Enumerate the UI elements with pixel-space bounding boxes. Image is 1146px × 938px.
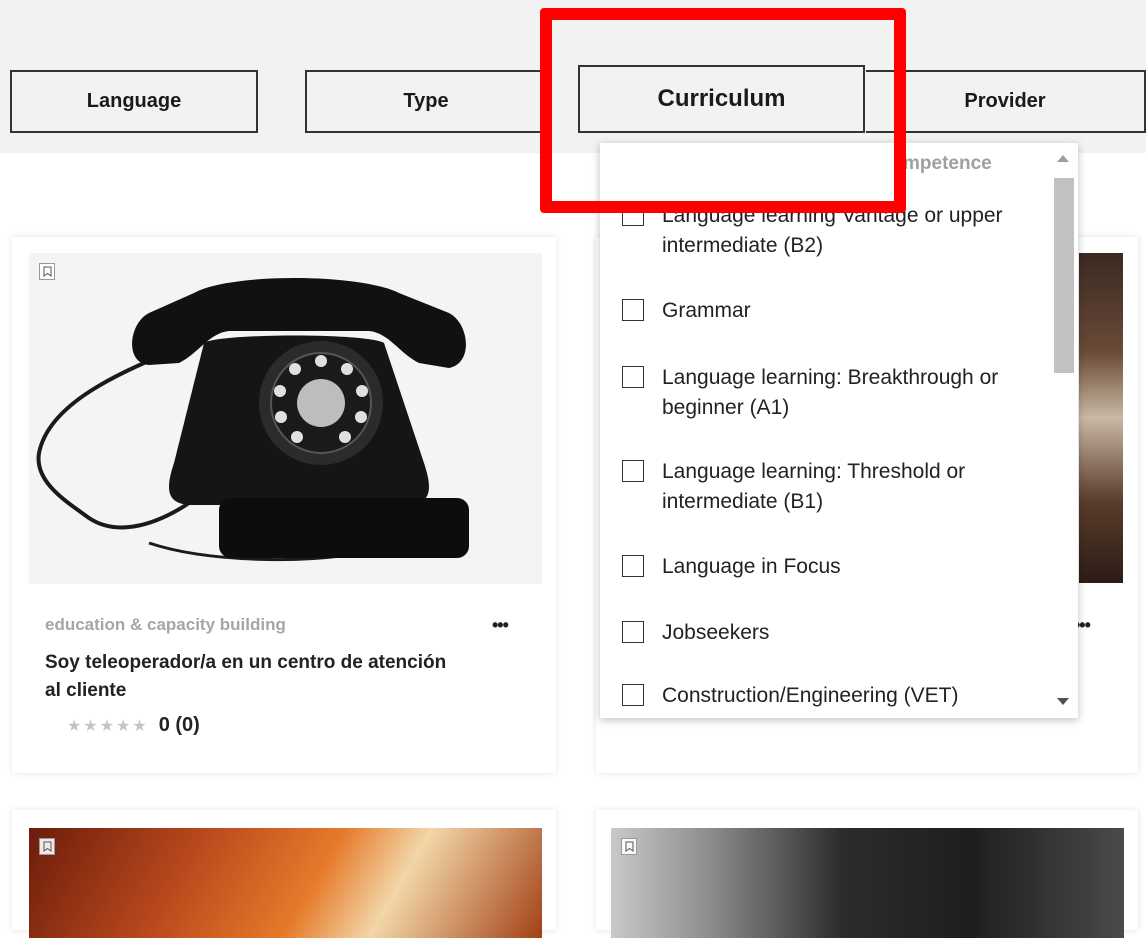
option-label: Grammar xyxy=(662,299,751,322)
option-label: Language learning: Breakthrough or begin… xyxy=(662,366,999,419)
scroll-down-arrow-icon[interactable] xyxy=(1057,698,1069,705)
bookmark-icon[interactable] xyxy=(39,838,55,855)
course-card[interactable]: education & capacity building ••• Soy te… xyxy=(12,237,556,773)
dropdown-scrollbar[interactable] xyxy=(1050,143,1078,718)
dropdown-option[interactable]: Grammar xyxy=(622,296,751,326)
bookmark-icon[interactable] xyxy=(621,838,637,855)
checkbox[interactable] xyxy=(622,621,644,643)
dropdown-option[interactable]: Language learning Vantage or upper inter… xyxy=(622,201,1052,261)
course-rating: ★★★★★ 0 (0) xyxy=(67,714,200,737)
option-label: Construction/Engineering (VET) xyxy=(662,684,959,707)
checkbox[interactable] xyxy=(622,684,644,706)
option-label: Language learning Vantage or upper inter… xyxy=(662,204,1003,257)
course-title[interactable]: Soy teleoperador/a en un centro de atenc… xyxy=(45,649,465,705)
checkbox[interactable] xyxy=(622,299,644,321)
telephone-illustration xyxy=(29,253,542,584)
checkbox[interactable] xyxy=(622,204,644,226)
bookmark-icon[interactable] xyxy=(39,263,55,280)
checkbox[interactable] xyxy=(622,460,644,482)
course-card[interactable] xyxy=(596,810,1138,938)
dropdown-option[interactable]: Construction/Engineering (VET) xyxy=(622,681,958,711)
rating-value: 0 (0) xyxy=(158,714,200,736)
curriculum-filter-button[interactable]: Curriculum xyxy=(578,65,865,133)
language-filter-button[interactable]: Language xyxy=(10,70,258,133)
checkbox[interactable] xyxy=(622,366,644,388)
dropdown-option[interactable]: Language learning: Breakthrough or begin… xyxy=(622,363,1057,423)
more-options-icon[interactable]: ••• xyxy=(492,615,509,636)
course-card[interactable] xyxy=(12,810,556,938)
star-rating-icon: ★★★★★ xyxy=(67,717,149,735)
option-label: Language in Focus xyxy=(662,555,841,578)
dropdown-option[interactable]: Language in Focus xyxy=(622,552,841,582)
course-image xyxy=(29,828,542,938)
dropdown-option[interactable]: Language learning: Threshold or intermed… xyxy=(622,457,1052,517)
dropdown-group-header: mpetence xyxy=(903,153,992,174)
course-image-telephone xyxy=(29,253,542,584)
filter-bar: Language Type Curriculum Provider xyxy=(0,0,1146,153)
dropdown-option[interactable]: Jobseekers xyxy=(622,618,769,648)
provider-filter-button[interactable]: Provider xyxy=(866,70,1146,133)
scroll-up-arrow-icon[interactable] xyxy=(1057,155,1069,162)
checkbox[interactable] xyxy=(622,555,644,577)
curriculum-dropdown[interactable]: mpetence Language learning Vantage or up… xyxy=(600,143,1078,718)
course-image xyxy=(611,828,1124,938)
course-category: education & capacity building xyxy=(45,615,286,634)
option-label: Language learning: Threshold or intermed… xyxy=(662,460,966,513)
course-image xyxy=(1079,253,1123,583)
option-label: Jobseekers xyxy=(662,621,770,644)
type-filter-button[interactable]: Type xyxy=(305,70,547,133)
scrollbar-thumb[interactable] xyxy=(1054,178,1074,373)
